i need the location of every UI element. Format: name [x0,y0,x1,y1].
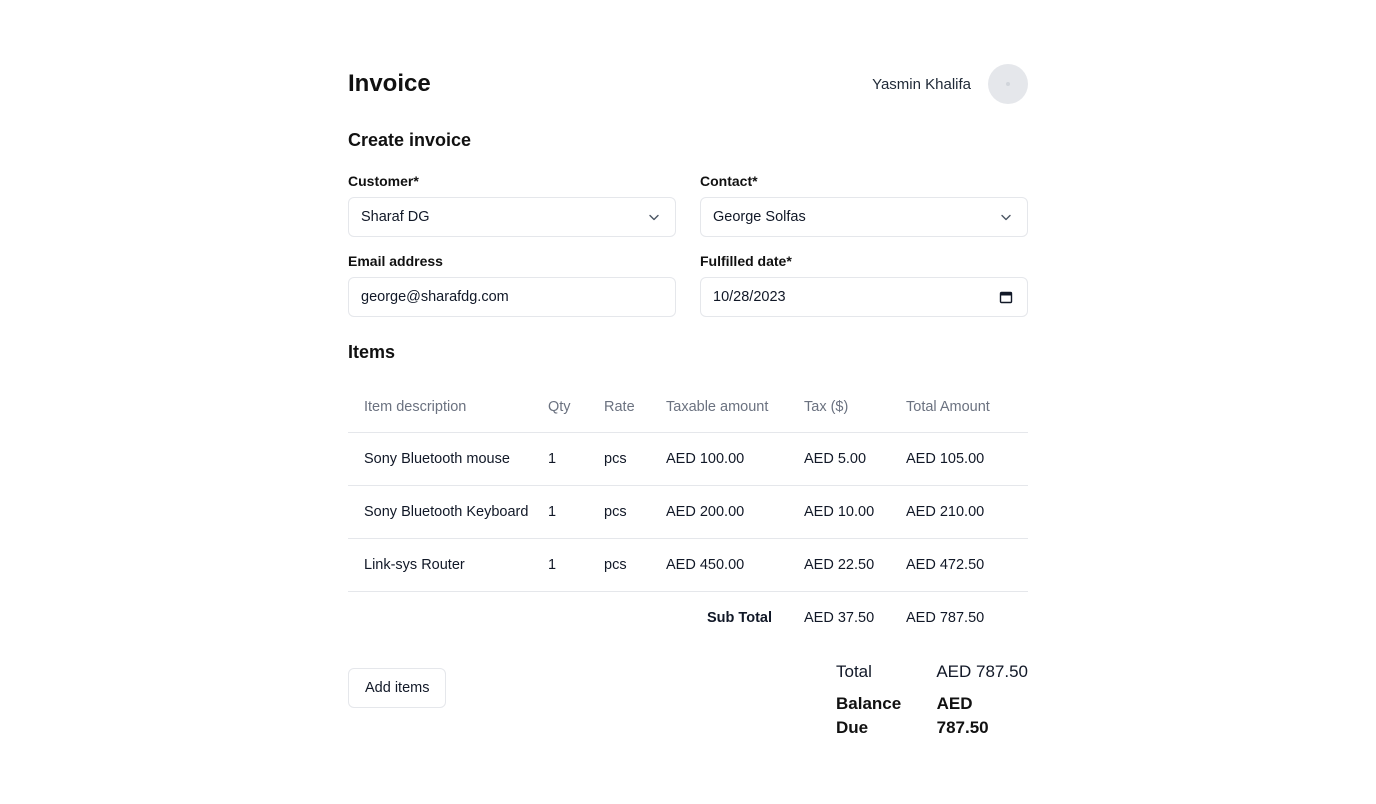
subtotal-row: Sub Total AED 37.50 AED 787.50 [348,592,1028,645]
items-table: Item description Qty Rate Taxable amount… [348,382,1028,644]
fulfilled-date-input[interactable]: 10/28/2023 [700,277,1028,317]
contact-value: George Solfas [713,209,806,225]
customer-label: Customer* [348,173,419,189]
fulfilled-date-field: Fulfilled date* 10/28/2023 [700,252,1028,317]
column-header: Item description [348,382,548,433]
total-row: Total AED 787.50 [836,660,1028,684]
item-rate: pcs [604,538,666,592]
item-description: Sony Bluetooth mouse [348,432,548,486]
item-qty: 1 [548,538,604,592]
create-invoice-heading: Create invoice [348,130,472,150]
customer-value: Sharaf DG [361,209,430,225]
customer-select[interactable]: Sharaf DG [348,197,676,237]
column-header: Taxable amount [666,382,804,433]
item-taxable-amount: AED 200.00 [666,485,804,539]
contact-field: Contact* George Solfas [700,172,1028,237]
item-total-amount: AED 105.00 [906,432,1028,486]
item-qty: 1 [548,485,604,539]
column-header: Rate [604,382,666,433]
contact-label: Contact* [700,173,758,189]
header: Invoice Yasmin Khalifa [348,64,1028,104]
balance-due-row: Balance Due AED 787.50 [836,692,1028,737]
avatar-dot [1006,82,1010,86]
total-label: Total [836,662,872,681]
items-heading: Items [348,342,396,362]
email-value: george@sharafdg.com [361,289,509,305]
page-title: Invoice [348,70,431,97]
subtotal-label: Sub Total [707,610,772,626]
fulfilled-date-label: Fulfilled date* [700,253,792,269]
balance-due-value: AED 787.50 [936,694,989,737]
fulfilled-date-value: 10/28/2023 [713,289,786,305]
chevron-down-icon [649,214,659,221]
item-rate: pcs [604,485,666,539]
table-header-row: Item description Qty Rate Taxable amount… [348,382,1028,433]
item-description: Link-sys Router [348,538,548,592]
item-tax: AED 22.50 [804,538,906,592]
balance-due-label: Balance Due [836,694,902,737]
contact-select[interactable]: George Solfas [700,197,1028,237]
total-value: AED 787.50 [936,662,1028,681]
email-field: Email address george@sharafdg.com [348,252,676,317]
chevron-down-icon [1001,214,1011,221]
column-header: Total Amount [906,382,1028,433]
item-total-amount: AED 472.50 [906,538,1028,592]
table-row[interactable]: Sony Bluetooth Keyboard 1 pcs AED 200.00… [348,485,1028,539]
email-input[interactable]: george@sharafdg.com [348,277,676,317]
avatar[interactable] [988,64,1028,104]
table-row[interactable]: Link-sys Router 1 pcs AED 450.00 AED 22.… [348,538,1028,592]
item-tax: AED 10.00 [804,485,906,539]
email-label: Email address [348,253,443,269]
totals-summary: Total AED 787.50 Balance Due AED 787.50 [836,660,1028,737]
customer-field: Customer* Sharaf DG [348,172,676,237]
item-rate: pcs [604,432,666,486]
item-taxable-amount: AED 100.00 [666,432,804,486]
item-total-amount: AED 210.00 [906,485,1028,539]
subtotal-tax: AED 37.50 [804,610,875,626]
item-description: Sony Bluetooth Keyboard [348,485,548,539]
item-qty: 1 [548,432,604,486]
calendar-icon[interactable] [999,290,1013,304]
item-tax: AED 5.00 [804,432,906,486]
item-taxable-amount: AED 450.00 [666,538,804,592]
user-name: Yasmin Khalifa [872,75,971,93]
column-header: Tax ($) [804,382,906,433]
column-header: Qty [548,382,604,433]
subtotal-total: AED 787.50 [906,610,985,626]
add-items-button[interactable]: Add items [348,668,447,708]
table-row[interactable]: Sony Bluetooth mouse 1 pcs AED 100.00 AE… [348,432,1028,486]
user-menu[interactable]: Yasmin Khalifa [872,64,1028,104]
